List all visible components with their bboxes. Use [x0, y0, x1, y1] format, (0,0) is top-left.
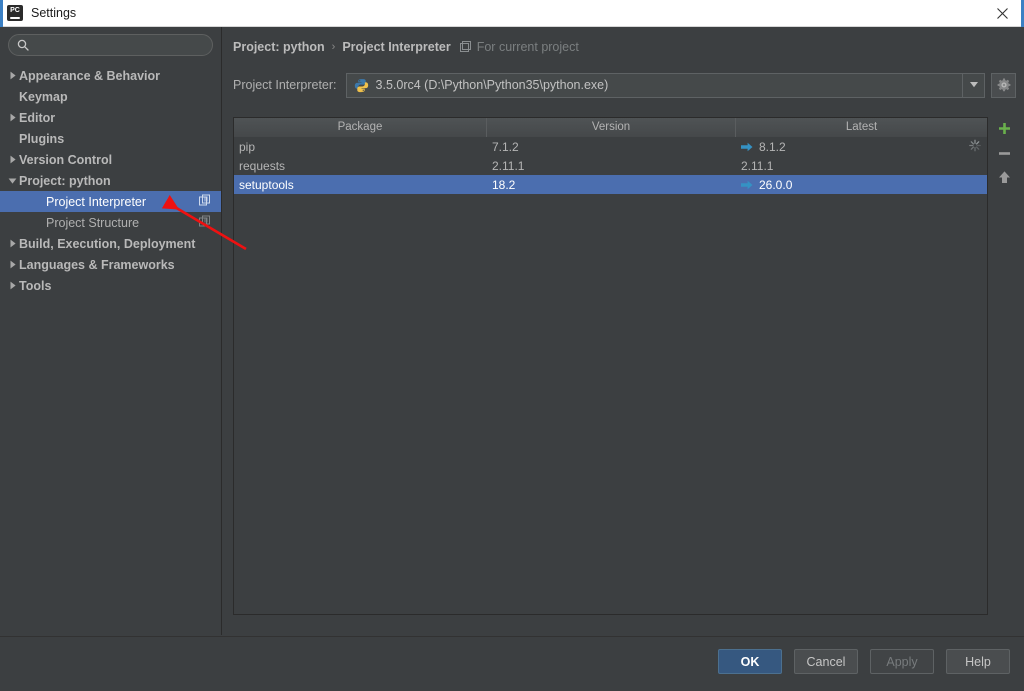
chevron-down-icon[interactable] — [962, 73, 984, 97]
chevron-right-icon[interactable] — [6, 260, 19, 269]
sidebar-item-label: Build, Execution, Deployment — [19, 236, 196, 251]
loading-spinner-icon — [969, 139, 981, 154]
breadcrumb-root[interactable]: Project: python — [233, 40, 325, 54]
sidebar-item-label: Project: python — [19, 173, 111, 188]
sidebar-item-appearance-behavior[interactable]: Appearance & Behavior — [0, 65, 221, 86]
dialog-footer: OK Cancel Apply Help — [0, 636, 1024, 691]
sidebar-item-label: Languages & Frameworks — [19, 257, 175, 272]
search-box[interactable] — [8, 34, 213, 56]
breadcrumb-scope-note: For current project — [476, 40, 579, 54]
sidebar-item-keymap[interactable]: Keymap — [0, 86, 221, 107]
add-package-button[interactable] — [992, 117, 1016, 141]
breadcrumb-separator: › — [331, 41, 336, 53]
search-input[interactable] — [35, 37, 204, 53]
cell-latest-value: 2.11.1 — [741, 158, 774, 173]
chevron-right-icon[interactable] — [6, 71, 19, 80]
sidebar-item-languages-frameworks[interactable]: Languages & Frameworks — [0, 254, 221, 275]
packages-table: Package Version Latest pip 7.1.2 8.1.2 reques… — [233, 117, 988, 615]
packages-toolbar — [992, 117, 1016, 189]
breadcrumb-current: Project Interpreter — [342, 40, 451, 54]
cell-package: requests — [239, 158, 286, 173]
help-button[interactable]: Help — [946, 649, 1010, 674]
sidebar-item-tools[interactable]: Tools — [0, 275, 221, 296]
column-header-latest[interactable]: Latest — [736, 118, 987, 137]
window-title: Settings — [31, 6, 77, 20]
cell-version: 18.2 — [492, 177, 516, 192]
footer-buttons: OK Cancel Apply Help — [718, 649, 1010, 674]
packages-table-body: pip 7.1.2 8.1.2 requests 2.11.1 2.11.1 setupto… — [234, 137, 987, 614]
cancel-button[interactable]: Cancel — [794, 649, 858, 674]
apply-button: Apply — [870, 649, 934, 674]
sidebar-search-wrap — [0, 27, 221, 56]
interpreter-row: Project Interpreter: 3.5.0rc4 (D:\Python… — [233, 72, 1016, 98]
cell-version: 2.11.1 — [492, 158, 525, 173]
sidebar-item-label: Project Interpreter — [46, 194, 147, 209]
cell-latest-value: 26.0.0 — [759, 177, 793, 192]
pycharm-logo-icon: PC — [7, 5, 23, 21]
sidebar-item-build-execution-deployment[interactable]: Build, Execution, Deployment — [0, 233, 221, 254]
table-row[interactable]: pip 7.1.2 8.1.2 — [234, 137, 987, 156]
gear-icon[interactable] — [991, 72, 1016, 98]
cell-latest: 26.0.0 — [736, 178, 987, 192]
sidebar-item-label: Version Control — [19, 152, 113, 167]
sidebar-item-label: Project Structure — [46, 215, 140, 230]
search-icon — [17, 39, 29, 51]
sidebar-item-project-interpreter[interactable]: Project Interpreter — [0, 191, 221, 212]
column-header-package[interactable]: Package — [234, 118, 487, 137]
breadcrumb: Project: python › Project Interpreter Fo… — [233, 40, 579, 54]
cell-latest-value: 8.1.2 — [759, 139, 786, 154]
sidebar-item-version-control[interactable]: Version Control — [0, 149, 221, 170]
upgrade-package-button[interactable] — [992, 165, 1016, 189]
remove-package-button[interactable] — [992, 141, 1016, 165]
upgrade-available-icon — [741, 142, 753, 152]
chevron-right-icon[interactable] — [6, 113, 19, 122]
cell-package: setuptools — [239, 177, 294, 192]
chevron-down-icon[interactable] — [6, 177, 19, 185]
sidebar-item-label: Editor — [19, 110, 56, 125]
chevron-right-icon[interactable] — [6, 239, 19, 248]
column-header-version[interactable]: Version — [487, 118, 736, 137]
settings-sidebar: Appearance & Behavior Keymap Editor Plugins… — [0, 27, 222, 635]
copy-settings-icon[interactable] — [199, 194, 211, 209]
settings-content: Project: python › Project Interpreter Fo… — [223, 27, 1024, 635]
sidebar-item-plugins[interactable]: Plugins — [0, 128, 221, 149]
copy-settings-icon[interactable] — [199, 215, 211, 230]
chevron-right-icon[interactable] — [6, 281, 19, 290]
sidebar-item-label: Keymap — [19, 89, 68, 104]
project-scope-icon — [459, 41, 471, 53]
packages-table-header: Package Version Latest — [234, 118, 987, 137]
cell-version: 7.1.2 — [492, 139, 519, 154]
upgrade-available-icon — [741, 180, 753, 190]
close-icon[interactable] — [980, 0, 1024, 26]
window-titlebar: PC Settings — [0, 0, 1024, 27]
sidebar-item-project-python[interactable]: Project: python — [0, 170, 221, 191]
cell-latest: 8.1.2 — [736, 140, 987, 154]
table-row[interactable]: setuptools 18.2 26.0.0 — [234, 175, 987, 194]
sidebar-item-label: Tools — [19, 278, 52, 293]
titlebar-accent-left — [0, 0, 3, 27]
interpreter-label: Project Interpreter: — [233, 78, 337, 92]
ok-button[interactable]: OK — [718, 649, 782, 674]
sidebar-item-editor[interactable]: Editor — [0, 107, 221, 128]
settings-dialog: Appearance & Behavior Keymap Editor Plugins… — [0, 27, 1024, 691]
interpreter-combobox[interactable]: 3.5.0rc4 (D:\Python\Python35\python.exe) — [345, 72, 985, 98]
sidebar-item-project-structure[interactable]: Project Structure — [0, 212, 221, 233]
sidebar-item-label: Appearance & Behavior — [19, 68, 161, 83]
settings-tree: Appearance & Behavior Keymap Editor Plugins… — [0, 65, 221, 296]
table-row[interactable]: requests 2.11.1 2.11.1 — [234, 156, 987, 175]
cell-latest: 2.11.1 — [736, 159, 987, 173]
cell-package: pip — [239, 139, 256, 154]
chevron-right-icon[interactable] — [6, 155, 19, 164]
sidebar-item-label: Plugins — [19, 131, 65, 146]
python-logo-icon — [354, 78, 369, 93]
interpreter-value: 3.5.0rc4 (D:\Python\Python35\python.exe) — [375, 78, 609, 92]
